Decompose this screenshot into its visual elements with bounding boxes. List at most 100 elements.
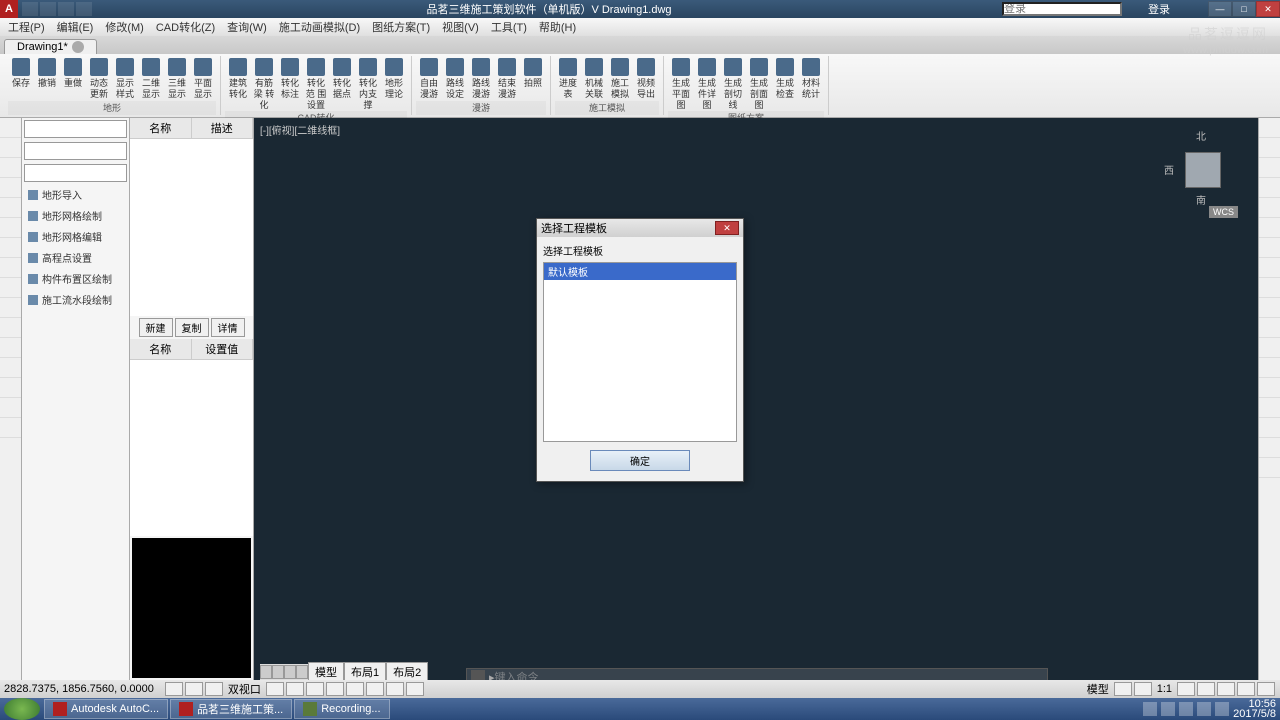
tool-button[interactable] [0, 358, 21, 378]
tool-button[interactable] [0, 258, 21, 278]
viewcube-north[interactable]: 北 [1196, 128, 1206, 143]
ribbon-button[interactable]: 机械 关联 [581, 56, 607, 101]
dialog-titlebar[interactable]: 选择工程模板 ✕ [537, 219, 743, 237]
task-item[interactable]: Autodesk AutoC... [44, 699, 168, 719]
ribbon-button[interactable]: 生成 检查 [772, 56, 798, 111]
menu-tools[interactable]: 工具(T) [485, 17, 533, 37]
ribbon-button[interactable]: 施工 模拟 [607, 56, 633, 101]
col-name[interactable]: 名称 [130, 118, 192, 138]
start-button[interactable] [4, 698, 40, 720]
tool-button[interactable] [1259, 258, 1280, 278]
sb-btn[interactable] [1197, 682, 1215, 696]
clock[interactable]: 10:56 2017/5/8 [1233, 699, 1276, 719]
tray-icon[interactable] [1197, 702, 1211, 716]
ribbon-button[interactable]: 平面 显示 [190, 56, 216, 101]
tool-button[interactable] [1259, 458, 1280, 478]
panel-item[interactable]: 地形导入 [22, 184, 129, 205]
ribbon-button[interactable]: 材料 统计 [798, 56, 824, 111]
menu-help[interactable]: 帮助(H) [533, 17, 582, 37]
sb-btn[interactable] [326, 682, 344, 696]
tray-icon[interactable] [1179, 702, 1193, 716]
tool-button[interactable] [1259, 138, 1280, 158]
layer-combo[interactable] [24, 120, 127, 138]
ribbon-button[interactable]: 生成 剖面图 [746, 56, 772, 111]
list-item[interactable]: 默认模板 [544, 263, 736, 280]
ribbon-button[interactable]: 地形 理论 [381, 56, 407, 111]
document-tab[interactable]: Drawing1* [4, 39, 97, 54]
tool-button[interactable] [0, 318, 21, 338]
tool-button[interactable] [0, 118, 21, 138]
ribbon-button[interactable]: 重做 [60, 56, 86, 101]
minimize-button[interactable]: — [1208, 1, 1232, 17]
col-desc[interactable]: 描述 [192, 118, 254, 138]
tray-icon[interactable] [1161, 702, 1175, 716]
maximize-button[interactable]: □ [1232, 1, 1256, 17]
layout-tab-1[interactable]: 布局1 [344, 662, 386, 682]
menu-view[interactable]: 视图(V) [436, 17, 485, 37]
layout-tab-model[interactable]: 模型 [308, 662, 344, 682]
tool-button[interactable] [1259, 298, 1280, 318]
tool-button[interactable] [1259, 338, 1280, 358]
new-button[interactable]: 新建 [139, 318, 173, 337]
layout-first-icon[interactable] [260, 665, 272, 679]
menu-drawing[interactable]: 图纸方案(T) [366, 17, 436, 37]
tool-button[interactable] [1259, 118, 1280, 138]
qat-btn[interactable] [40, 2, 56, 16]
tool-button[interactable] [1259, 158, 1280, 178]
ribbon-button[interactable]: 转化 内支撑 [355, 56, 381, 111]
qat-btn[interactable] [58, 2, 74, 16]
tool-button[interactable] [0, 418, 21, 438]
sb-btn[interactable] [205, 682, 223, 696]
sb-btn[interactable] [1114, 682, 1132, 696]
menu-anim[interactable]: 施工动画模拟(D) [273, 17, 366, 37]
template-list[interactable]: 默认模板 [543, 262, 737, 442]
ribbon-button[interactable]: 三维 显示 [164, 56, 190, 101]
user-icon[interactable] [1126, 2, 1142, 16]
ribbon-button[interactable]: 生成 平面图 [668, 56, 694, 111]
sb-btn[interactable] [1134, 682, 1152, 696]
ok-button[interactable]: 确定 [590, 450, 690, 471]
viewcube[interactable]: 北 西 南 WCS [1168, 128, 1238, 218]
menu-cad[interactable]: CAD转化(Z) [150, 17, 221, 37]
sb-btn[interactable] [1257, 682, 1275, 696]
mid-panel-sublist[interactable] [130, 360, 253, 537]
tool-button[interactable] [1259, 238, 1280, 258]
tool-button[interactable] [0, 238, 21, 258]
tool-button[interactable] [1259, 218, 1280, 238]
tool-button[interactable] [1259, 418, 1280, 438]
ribbon-button[interactable]: 拍照 [520, 56, 546, 101]
menu-query[interactable]: 查询(W) [221, 17, 273, 37]
sb-btn[interactable] [1217, 682, 1235, 696]
tool-button[interactable] [0, 338, 21, 358]
viewport-label[interactable]: [-][俯视][二维线框] [260, 122, 340, 137]
sb-btn[interactable] [165, 682, 183, 696]
filter-combo[interactable] [24, 142, 127, 160]
ribbon-button[interactable]: 转化 据点 [329, 56, 355, 111]
dialog-close-button[interactable]: ✕ [715, 221, 739, 235]
close-button[interactable]: ✕ [1256, 1, 1280, 17]
ribbon-button[interactable]: 结束 漫游 [494, 56, 520, 101]
layout-next-icon[interactable] [284, 665, 296, 679]
close-icon[interactable] [72, 41, 84, 53]
scale-label[interactable]: 1:1 [1153, 683, 1176, 695]
login-label[interactable]: 登录 [1142, 1, 1176, 17]
exchange-icon[interactable] [1176, 2, 1192, 16]
panel-item[interactable]: 构件布置区绘制 [22, 268, 129, 289]
tool-button[interactable] [1259, 318, 1280, 338]
ribbon-button[interactable]: 转化 标注 [277, 56, 303, 111]
tool-button[interactable] [1259, 198, 1280, 218]
panel-item[interactable]: 地形网格绘制 [22, 205, 129, 226]
menu-edit[interactable]: 编辑(E) [51, 17, 100, 37]
tool-button[interactable] [0, 218, 21, 238]
viewcube-west[interactable]: 西 [1164, 162, 1174, 177]
layout-prev-icon[interactable] [272, 665, 284, 679]
ribbon-button[interactable]: 二维 显示 [138, 56, 164, 101]
tool-button[interactable] [1259, 358, 1280, 378]
ribbon-button[interactable]: 视频 导出 [633, 56, 659, 101]
viewcube-south[interactable]: 南 [1196, 192, 1206, 207]
col-value[interactable]: 设置值 [192, 339, 254, 359]
qat-btn[interactable] [22, 2, 38, 16]
app-icon[interactable]: A [0, 0, 18, 18]
viewcube-face[interactable] [1185, 152, 1221, 188]
ribbon-button[interactable]: 生成 剖切线 [720, 56, 746, 111]
